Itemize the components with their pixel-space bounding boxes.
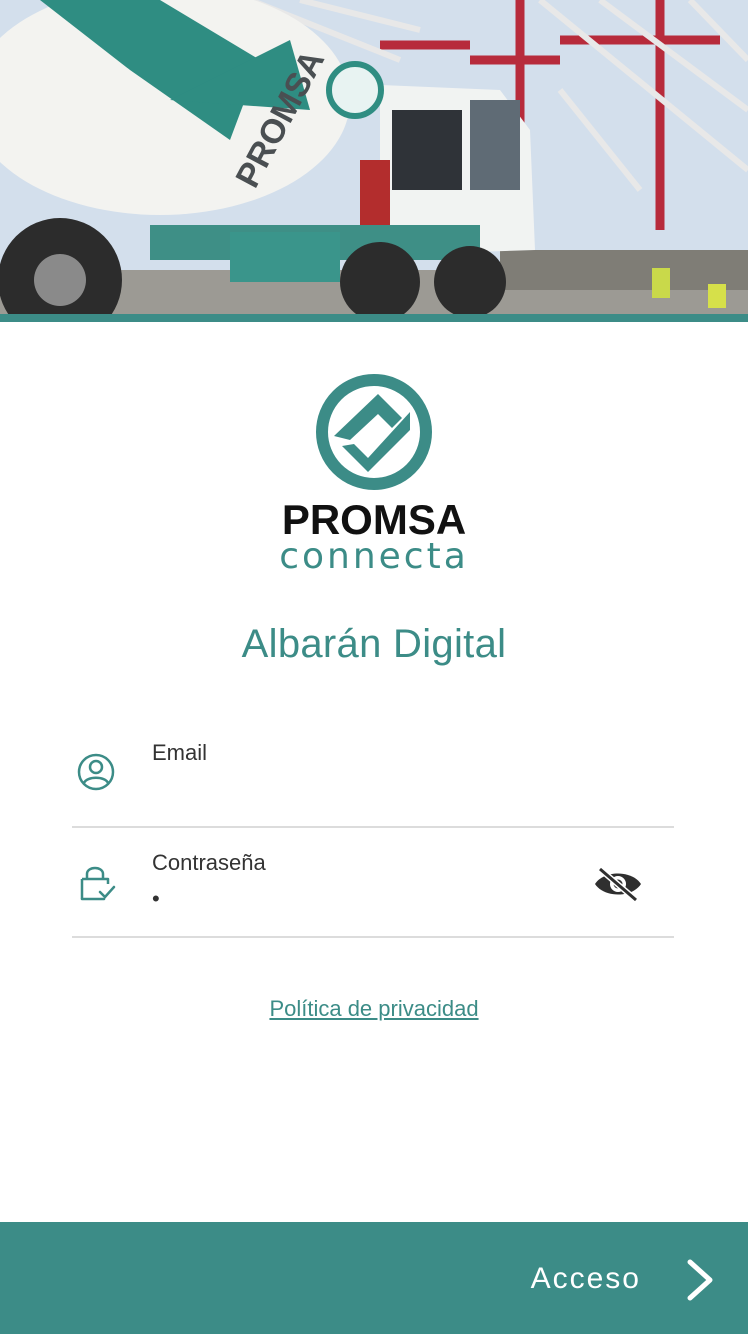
email-input[interactable] [152, 774, 572, 808]
logo-wordmark: PROMSA connecta [279, 496, 469, 576]
page-title: Albarán Digital [241, 622, 507, 666]
privacy-policy-link[interactable]: Política de privacidad [0, 996, 748, 1022]
access-button[interactable]: Acceso [0, 1222, 748, 1334]
email-label: Email [152, 740, 208, 765]
logo-text-connecta: connecta [279, 536, 469, 576]
password-label: Contraseña [152, 850, 266, 875]
lock-check-icon [80, 866, 116, 901]
login-screen: PROMSA PROMSA connecta Albarán Digital E… [0, 0, 748, 1334]
user-circle-icon [77, 753, 115, 791]
promsa-connecta-logo: PROMSA connecta [0, 372, 748, 576]
chevron-right-icon [687, 1259, 713, 1301]
access-label: Acceso [530, 1262, 641, 1295]
hero-image: PROMSA [0, 0, 748, 314]
eye-slash-icon[interactable] [592, 864, 644, 904]
concrete-mixer-truck-photo: PROMSA [0, 0, 748, 314]
password-input[interactable]: • [152, 886, 164, 912]
password-field[interactable]: Contraseña • [72, 826, 674, 938]
logo-mark-icon [316, 374, 432, 490]
hero-accent-band [0, 314, 748, 322]
email-field[interactable]: Email [72, 716, 674, 828]
